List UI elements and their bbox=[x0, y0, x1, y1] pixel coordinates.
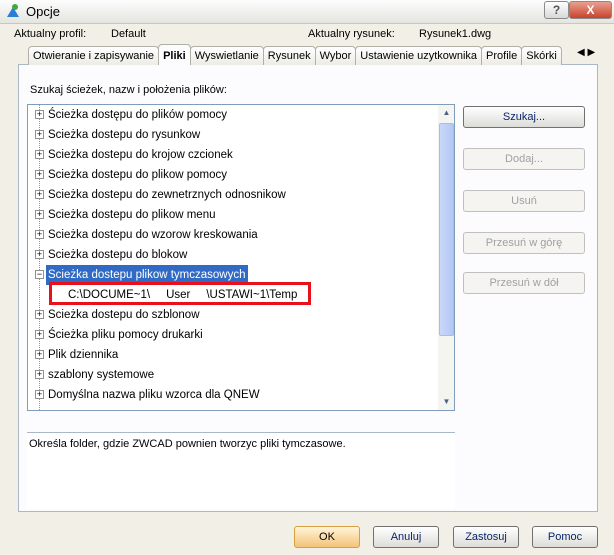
tree-item[interactable]: + Ścieżka dostępu do plików pomocy bbox=[28, 105, 436, 125]
tree-item[interactable]: + Scieżka dostepu do zewnetrznych odnosni… bbox=[28, 185, 436, 205]
tree-item[interactable]: + Plik dziennika bbox=[28, 345, 436, 365]
tree-item-label: Scieżka dostepu do zewnetrznych odnosnik… bbox=[48, 189, 286, 201]
tree-item-label: Scieżka dostepu do szblonow bbox=[48, 309, 200, 321]
tree-item-label: Plik dziennika bbox=[48, 349, 119, 361]
side-button-2[interactable]: Usuń bbox=[463, 190, 585, 212]
tree-item-label: Scieżka dostepu do plikow pomocy bbox=[48, 169, 227, 181]
profile-value: Default bbox=[111, 28, 146, 40]
title-bar: Opcje ? X bbox=[0, 0, 614, 24]
help-footer-button[interactable]: Pomoc bbox=[532, 526, 598, 548]
expand-icon[interactable]: + bbox=[35, 190, 44, 199]
tree-item-label: Scieżka dostepu do krojow czcionek bbox=[48, 149, 233, 161]
scrollbar[interactable]: ▲ ▼ bbox=[438, 105, 454, 410]
scroll-down-icon[interactable]: ▼ bbox=[439, 394, 454, 410]
tab-0[interactable]: Otwieranie i zapisywanie bbox=[28, 46, 160, 65]
expand-icon[interactable]: + bbox=[35, 210, 44, 219]
tab-strip: Otwieranie i zapisywanie Pliki Wyswietlani… bbox=[28, 44, 562, 65]
arrow-left-icon[interactable]: ◀ bbox=[577, 47, 585, 58]
description-box: Określa folder, gdzie ZWCAD pownien twor… bbox=[27, 432, 455, 508]
tree-item-label: Domyślna nazwa pliku wzorca dla QNEW bbox=[48, 389, 260, 401]
tab-1[interactable]: Pliki bbox=[158, 44, 191, 65]
tab-5[interactable]: Ustawienie uzytkownika bbox=[355, 46, 483, 65]
path-tree[interactable]: + Ścieżka dostępu do plików pomocy + Scieżk… bbox=[27, 104, 455, 411]
scroll-thumb[interactable] bbox=[439, 123, 454, 336]
expand-icon[interactable]: + bbox=[35, 170, 44, 179]
tree-item-label: Scieżka dostepu do wzorow kreskowania bbox=[48, 229, 258, 241]
tree-item-label: Scieżka dostepu do plikow menu bbox=[48, 209, 216, 221]
expand-icon[interactable]: + bbox=[35, 230, 44, 239]
tree-item[interactable]: + Scieżka dostepu do szblonow bbox=[28, 305, 436, 325]
tree-item[interactable]: + Scieżka dostepu do rysunkow bbox=[28, 125, 436, 145]
expand-icon[interactable]: + bbox=[35, 370, 44, 379]
tree-item-label: Ścieżka dostępu do plików pomocy bbox=[48, 109, 227, 121]
help-button[interactable]: ? bbox=[544, 1, 569, 19]
side-button-4[interactable]: Przesuń w dół bbox=[463, 272, 585, 294]
expand-icon[interactable]: + bbox=[35, 110, 44, 119]
tree-item[interactable]: + Scieżka dostepu do blokow bbox=[28, 245, 436, 265]
arrow-right-icon[interactable]: ▶ bbox=[587, 47, 595, 58]
expand-icon[interactable]: + bbox=[35, 250, 44, 259]
description-text: Określa folder, gdzie ZWCAD pownien twor… bbox=[29, 438, 346, 450]
app-icon bbox=[7, 4, 19, 17]
tab-scroll-arrows[interactable]: ◀ ▶ bbox=[577, 47, 595, 58]
expand-icon[interactable]: + bbox=[35, 310, 44, 319]
scroll-up-icon[interactable]: ▲ bbox=[439, 105, 454, 121]
tree-item[interactable]: + szablony systemowe bbox=[28, 365, 436, 385]
side-button-3[interactable]: Przesuń w górę bbox=[463, 232, 585, 254]
tree-item[interactable]: + Scieżka dostepu do krojow czcionek bbox=[28, 145, 436, 165]
drawing-value: Rysunek1.dwg bbox=[419, 28, 492, 40]
close-button[interactable]: X bbox=[569, 1, 612, 19]
side-button-1[interactable]: Dodaj... bbox=[463, 148, 585, 170]
tab-3[interactable]: Rysunek bbox=[262, 46, 316, 65]
expand-icon[interactable]: + bbox=[35, 130, 44, 139]
expand-icon[interactable]: + bbox=[35, 390, 44, 399]
tree-item[interactable]: + Domyślna nazwa pliku wzorca dla QNEW bbox=[28, 385, 436, 405]
tree-item[interactable]: + Ścieżka pliku pomocy drukarki bbox=[28, 325, 436, 345]
window-title: Opcje bbox=[26, 4, 60, 19]
ok-button[interactable]: OK bbox=[294, 526, 360, 548]
expand-icon[interactable]: + bbox=[35, 350, 44, 359]
collapse-icon[interactable]: − bbox=[35, 270, 44, 279]
side-button-0[interactable]: Szukaj... bbox=[463, 106, 585, 128]
apply-button[interactable]: Zastosuj bbox=[453, 526, 519, 548]
profile-label: Aktualny profil: bbox=[14, 28, 87, 40]
tab-4[interactable]: Wybor bbox=[314, 46, 357, 65]
tab-7[interactable]: Skórki bbox=[521, 46, 562, 65]
cancel-button[interactable]: Anuluj bbox=[373, 526, 439, 548]
tree-item[interactable]: + Scieżka dostepu do plikow menu bbox=[28, 205, 436, 225]
tree-item-label: szablony systemowe bbox=[48, 369, 155, 381]
tree-item[interactable]: + Scieżka dostepu do wzorow kreskowania bbox=[28, 225, 436, 245]
tab-6[interactable]: Profile bbox=[481, 46, 523, 65]
tree-item-label: Scieżka dostepu do rysunkow bbox=[48, 129, 201, 141]
drawing-label: Aktualny rysunek: bbox=[308, 28, 395, 40]
search-label: Szukaj ścieżek, nazw i położenia plików: bbox=[30, 84, 227, 96]
expand-icon[interactable]: + bbox=[35, 330, 44, 339]
tab-2[interactable]: Wyswietlanie bbox=[189, 46, 264, 65]
highlight-box bbox=[49, 282, 311, 305]
tree-item-label: Ścieżka pliku pomocy drukarki bbox=[48, 329, 203, 341]
tree-item[interactable]: + Scieżka dostepu do plikow pomocy bbox=[28, 165, 436, 185]
expand-icon[interactable]: + bbox=[35, 150, 44, 159]
tree-item-label: Scieżka dostepu do blokow bbox=[48, 249, 188, 261]
